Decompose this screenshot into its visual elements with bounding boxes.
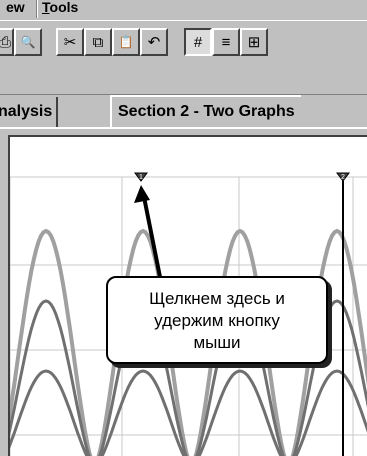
print-icon: ⎙ [0, 33, 11, 51]
cut-icon: ✂ [63, 34, 77, 51]
toolbar: ⎙ 🔍 ✂ ⧉ 📋 ↶ # ≡ ⊞ [0, 20, 367, 79]
waveform-3 [10, 369, 367, 456]
cut-button[interactable]: ✂ [56, 28, 84, 56]
paste-icon: 📋 [118, 35, 134, 49]
print-preview-icon: 🔍 [20, 35, 36, 49]
grid-button[interactable]: # [184, 28, 212, 56]
chart-mode-button[interactable]: ⊞ [240, 28, 268, 56]
print-preview-button[interactable]: 🔍 [14, 28, 42, 56]
callout-text: Щелкнем здесь и удержим кнопку мыши [108, 288, 326, 354]
toolbar-bottom [0, 78, 367, 95]
tab-rule [0, 127, 367, 129]
menu-view[interactable]: ew [6, 0, 25, 14]
tab-analysis[interactable]: nalysis [0, 97, 59, 127]
callout-bubble: Щелкнем здесь и удержим кнопку мыши [106, 276, 328, 364]
tab-strip: nalysis Section 2 - Two Graphs [0, 95, 367, 129]
copy-icon: ⧉ [92, 33, 104, 51]
copy-button[interactable]: ⧉ [84, 28, 112, 56]
callout-line-2: удержим кнопку [154, 311, 280, 330]
chart-mode-icon: ⊞ [247, 34, 261, 51]
menu-separator [36, 0, 38, 18]
print-button[interactable]: ⎙ [0, 28, 14, 56]
arrow-head [134, 185, 150, 203]
undo-icon: ↶ [147, 34, 161, 51]
menu-bar: ew Tools [0, 0, 367, 20]
table-button[interactable]: ≡ [212, 28, 240, 56]
menu-tools[interactable]: Tools [42, 0, 78, 14]
callout-line-3: мыши [193, 333, 241, 352]
time-marker-label: 1 [139, 174, 143, 181]
table-icon: ≡ [221, 33, 231, 51]
callout-line-1: Щелкнем здесь и [149, 289, 285, 308]
time-marker-label: 2 [341, 174, 345, 181]
tab-section-2[interactable]: Section 2 - Two Graphs [110, 95, 301, 129]
grid-icon: # [193, 33, 203, 51]
undo-button[interactable]: ↶ [140, 28, 168, 56]
paste-button[interactable]: 📋 [112, 28, 140, 56]
